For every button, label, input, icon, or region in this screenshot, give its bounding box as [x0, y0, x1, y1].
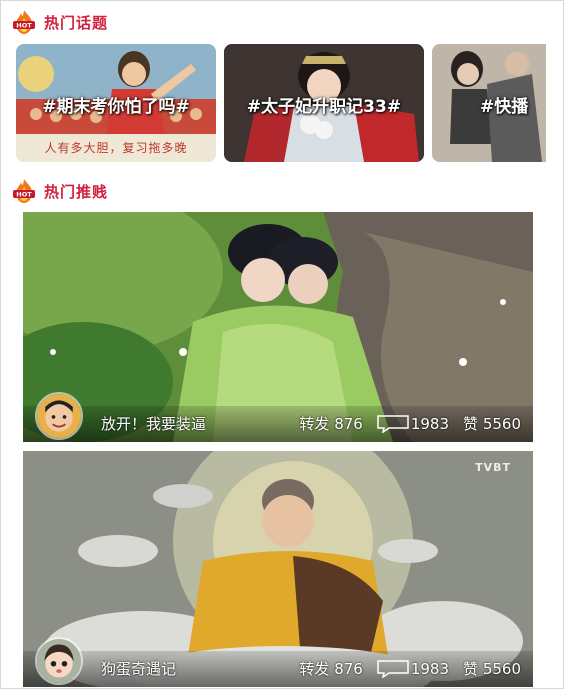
- hot-flame-icon: HOT: [12, 178, 36, 204]
- like-count: 5560: [482, 414, 521, 433]
- like-button[interactable]: 赞 5560: [463, 413, 521, 434]
- repost-count: 876: [334, 659, 363, 678]
- topic-subcaption: 人有多大胆，复习拖多晚: [44, 141, 188, 155]
- topic-carousel[interactable]: #期末考你怕了吗# 人有多大胆，复习拖多晚 #太子妃升职记33# #快播: [16, 44, 546, 164]
- topic-tag: #期末考你怕了吗#: [42, 97, 190, 117]
- comment-button[interactable]: 1983: [377, 660, 449, 678]
- topic-card[interactable]: #快播: [432, 44, 546, 162]
- like-label: 赞: [463, 415, 479, 433]
- like-button[interactable]: 赞 5560: [463, 658, 521, 679]
- post-card[interactable]: 放开！我要装逼 转发 876 1983 赞 5560: [23, 212, 533, 442]
- comment-button[interactable]: 1983: [377, 415, 449, 433]
- hot-flame-icon: HOT: [12, 9, 36, 35]
- post-author[interactable]: 狗蛋奇遇记: [101, 658, 176, 679]
- post-stats: 转发 876 1983 赞 5560: [285, 658, 521, 679]
- comment-count: 1983: [410, 659, 450, 678]
- topic-card[interactable]: #太子妃升职记33#: [224, 44, 424, 162]
- avatar[interactable]: [35, 637, 83, 685]
- like-label: 赞: [463, 660, 479, 678]
- hot-recommend-header: HOT 热门推贱: [12, 177, 108, 205]
- repost-label: 转发: [299, 415, 330, 433]
- repost-button[interactable]: 转发 876: [299, 413, 362, 434]
- repost-button[interactable]: 转发 876: [299, 658, 362, 679]
- video-watermark: TVBT: [475, 461, 511, 474]
- post-author[interactable]: 放开！我要装逼: [101, 413, 206, 434]
- hot-recommend-title: 热门推贱: [44, 182, 109, 201]
- svg-text:HOT: HOT: [16, 191, 32, 199]
- post-stats: 转发 876 1983 赞 5560: [285, 413, 521, 434]
- hot-topics-header: HOT 热门话题: [12, 8, 108, 36]
- avatar[interactable]: [35, 392, 83, 440]
- topic-tag: #快播: [480, 97, 529, 117]
- topic-tag: #太子妃升职记33#: [246, 97, 402, 117]
- svg-text:HOT: HOT: [16, 22, 32, 30]
- hot-topics-title: 热门话题: [44, 13, 109, 32]
- speech-bubble-icon: [377, 414, 409, 433]
- speech-bubble-icon: [377, 659, 409, 678]
- comment-count: 1983: [410, 414, 450, 433]
- topic-card[interactable]: #期末考你怕了吗# 人有多大胆，复习拖多晚: [16, 44, 216, 162]
- repost-label: 转发: [299, 660, 330, 678]
- post-card[interactable]: TVBT 狗蛋奇遇记 转发 876 1983 赞 5560: [23, 451, 533, 687]
- like-count: 5560: [482, 659, 521, 678]
- repost-count: 876: [334, 414, 363, 433]
